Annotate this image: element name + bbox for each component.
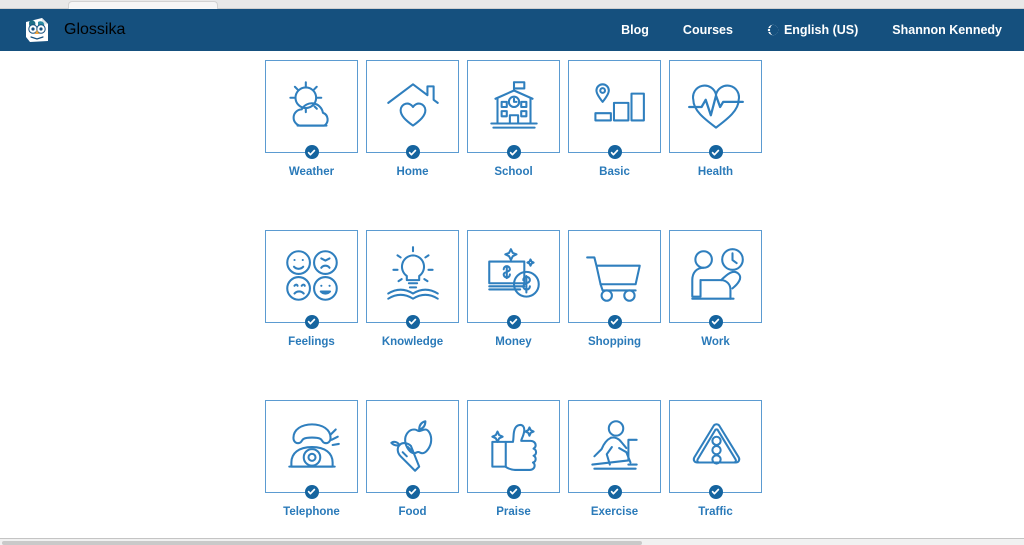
topic-card-box[interactable] <box>669 399 762 499</box>
topic-card-box[interactable] <box>366 399 459 499</box>
topic-card-label: Basic <box>599 166 630 178</box>
house-heart-icon <box>380 76 446 138</box>
topic-card[interactable]: Home <box>366 60 459 180</box>
completed-check-icon <box>405 145 420 159</box>
completed-check-icon <box>607 314 622 329</box>
desk-clock-icon <box>683 245 749 307</box>
completed-check-icon <box>304 484 319 499</box>
topic-card-box[interactable] <box>265 399 358 499</box>
completed-check-icon <box>506 314 521 329</box>
topic-card-label: Knowledge <box>381 335 444 348</box>
emoji-faces-icon <box>279 245 345 307</box>
topic-card-box[interactable] <box>467 60 560 159</box>
apple-carrot-icon <box>380 415 446 477</box>
cash-coin-icon <box>481 245 547 307</box>
completed-check-icon <box>304 314 319 329</box>
nav-link-blog[interactable]: Blog <box>621 23 649 37</box>
scrollbar-thumb[interactable] <box>2 541 642 545</box>
completed-check-icon <box>607 484 622 499</box>
topic-card-label: Praise <box>496 505 531 518</box>
pin-bars-icon <box>582 76 648 138</box>
topic-card[interactable]: Money <box>467 229 560 350</box>
topic-card-label: Weather <box>288 166 335 178</box>
topic-card[interactable]: School <box>467 60 560 180</box>
topic-card[interactable]: Health <box>669 60 762 180</box>
topic-card-label: School <box>494 166 533 178</box>
language-selector[interactable]: English (US) <box>767 23 858 37</box>
topic-card-box[interactable] <box>568 399 661 499</box>
topic-card-box[interactable] <box>568 229 661 329</box>
topic-card[interactable]: Food <box>366 399 459 520</box>
topic-card-label: Food <box>398 505 427 518</box>
topic-grid: Weather Home School Basic Health Feelings Know… <box>0 51 1024 538</box>
user-account-name: Shannon Kennedy <box>892 23 1002 37</box>
sun-cloud-icon <box>279 76 345 138</box>
shopping-cart-icon <box>582 245 648 307</box>
heart-pulse-icon <box>683 76 749 138</box>
completed-check-icon <box>708 484 723 499</box>
owl-logo-icon <box>22 15 52 45</box>
topic-card[interactable]: Exercise <box>568 399 661 520</box>
nav-link-courses[interactable]: Courses <box>683 23 733 37</box>
lightbulb-book-icon <box>380 245 446 307</box>
rotary-phone-icon <box>279 415 345 477</box>
language-selector-label: English (US) <box>783 23 859 37</box>
topic-card[interactable]: Telephone <box>265 399 358 520</box>
completed-check-icon <box>506 484 521 499</box>
completed-check-icon <box>708 314 723 329</box>
topic-card-box[interactable] <box>265 229 358 329</box>
treadmill-runner-icon <box>582 415 648 477</box>
topic-card-label: Work <box>701 335 730 348</box>
topic-card-box[interactable] <box>669 229 762 329</box>
topic-card-box[interactable] <box>467 399 560 499</box>
nav-link-blog-label: Blog <box>621 23 649 37</box>
topic-card-box[interactable] <box>669 60 762 159</box>
user-account-menu[interactable]: Shannon Kennedy <box>892 23 1002 37</box>
topic-card-label: Feelings <box>288 335 335 348</box>
nav-link-courses-label: Courses <box>682 23 733 37</box>
thumbs-up-icon <box>481 415 547 477</box>
completed-check-icon <box>607 145 622 159</box>
brand-name: Glossika <box>64 21 126 38</box>
topic-card[interactable]: Shopping <box>568 229 661 350</box>
topic-card-label: Shopping <box>587 335 641 348</box>
completed-check-icon <box>405 314 420 329</box>
topic-card-box[interactable] <box>467 229 560 329</box>
topic-card-label: Exercise <box>590 505 639 518</box>
topic-card[interactable]: Traffic <box>669 399 762 520</box>
topic-card[interactable]: Feelings <box>265 229 358 350</box>
completed-check-icon <box>304 145 319 159</box>
topic-grid-inner: Weather Home School Basic Health Feelings Know… <box>265 60 773 538</box>
horizontal-scrollbar[interactable] <box>0 538 1024 545</box>
topic-card[interactable]: Knowledge <box>366 229 459 350</box>
browser-chrome-strip <box>0 0 1024 9</box>
topic-card-label: Money <box>495 335 532 348</box>
topic-card-label: Health <box>697 166 734 178</box>
topic-card[interactable]: Praise <box>467 399 560 520</box>
site-header: Glossika Blog Courses English (US) Shann… <box>0 9 1024 51</box>
topic-card[interactable]: Work <box>669 229 762 350</box>
topic-card-box[interactable] <box>366 60 459 159</box>
topic-card-label: Traffic <box>698 505 733 518</box>
topic-card-label: Telephone <box>283 505 340 518</box>
brand[interactable]: Glossika <box>22 15 125 45</box>
topic-card-box[interactable] <box>568 60 661 159</box>
school-building-icon <box>481 76 547 138</box>
globe-icon <box>767 24 779 36</box>
topic-card-box[interactable] <box>265 60 358 159</box>
completed-check-icon <box>405 484 420 499</box>
topic-card-box[interactable] <box>366 229 459 329</box>
traffic-sign-icon <box>683 415 749 477</box>
topic-card[interactable]: Basic <box>568 60 661 180</box>
topic-card-label: Home <box>396 166 429 178</box>
completed-check-icon <box>708 145 723 159</box>
main-nav: Blog Courses English (US) Shannon Kenned… <box>621 23 1002 37</box>
topic-card[interactable]: Weather <box>265 60 358 180</box>
browser-tab[interactable] <box>68 1 218 9</box>
completed-check-icon <box>506 145 521 159</box>
